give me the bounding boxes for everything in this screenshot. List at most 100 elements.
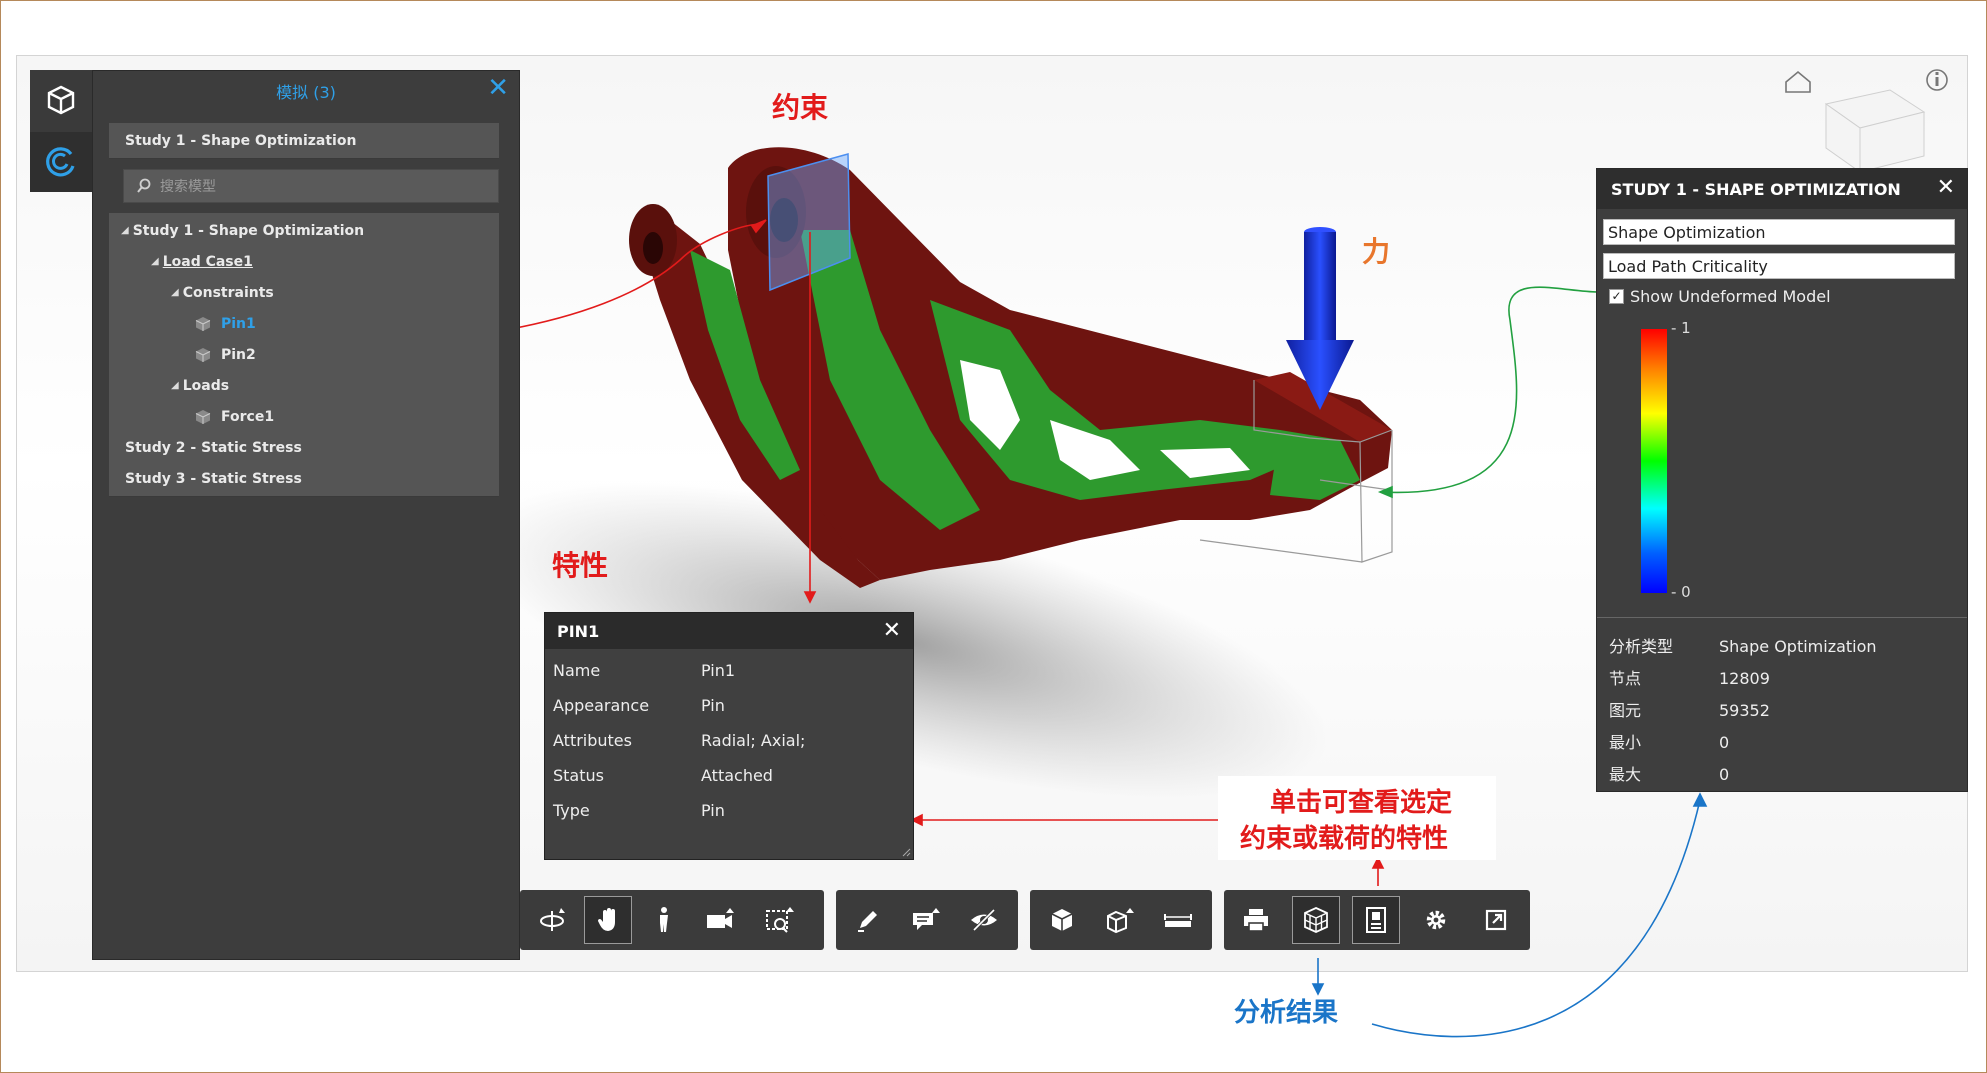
home-icon[interactable] xyxy=(1785,70,1811,93)
simulation-tab[interactable] xyxy=(30,132,92,192)
mesh-cube-icon xyxy=(1304,907,1328,933)
tree-item-label: Study 3 - Static Stress xyxy=(125,470,302,487)
close-icon[interactable]: ✕ xyxy=(487,75,509,101)
simulation-icon xyxy=(46,147,75,177)
color-scale-legend xyxy=(1641,329,1667,593)
result-option-load-path-criticality[interactable]: Load Path Criticality xyxy=(1603,253,1955,279)
pen-icon xyxy=(858,911,877,932)
constraint-annotation: 约束 xyxy=(772,91,829,124)
eye-hidden-icon xyxy=(971,908,997,932)
gear-icon xyxy=(1426,910,1446,930)
search-placeholder: 搜索模型 xyxy=(160,179,216,195)
close-icon[interactable]: ✕ xyxy=(883,618,901,643)
info-icon[interactable] xyxy=(1926,69,1948,91)
tree-item-label: Loads xyxy=(182,377,230,394)
tree-item-label: Study 2 - Static Stress xyxy=(125,439,302,456)
tree-item-label: Load Case1 xyxy=(162,253,253,270)
property-row: Appearance Pin xyxy=(553,696,725,715)
zoom-window-button[interactable] xyxy=(756,896,804,944)
person-icon xyxy=(660,907,668,932)
info-row: 节点 12809 xyxy=(1609,669,1770,688)
fullscreen-icon xyxy=(1485,909,1507,931)
checkmark-icon[interactable]: ✓ xyxy=(1609,289,1624,304)
pin-properties-title: PIN1 xyxy=(557,621,600,641)
info-row: 分析类型 Shape Optimization xyxy=(1609,637,1877,656)
properties-button[interactable] xyxy=(1352,896,1400,944)
orbit-button[interactable] xyxy=(528,896,576,944)
properties-icon xyxy=(1366,907,1386,933)
property-row: Attributes Radial; Axial; xyxy=(553,731,806,750)
cube-icon xyxy=(195,409,211,424)
results-panel: STUDY 1 - SHAPE OPTIMIZATION ✕ Shape Opt… xyxy=(1596,168,1968,792)
close-icon[interactable]: ✕ xyxy=(1937,175,1955,200)
info-row: 图元 59352 xyxy=(1609,701,1770,720)
pin-properties-header: PIN1 ✕ xyxy=(545,613,913,649)
result-option-shape-optimization[interactable]: Shape Optimization xyxy=(1603,219,1955,245)
results-title: STUDY 1 - SHAPE OPTIMIZATION xyxy=(1611,179,1901,199)
toolbar-output-group xyxy=(1224,890,1530,950)
callout-line2: 约束或载荷的特性 xyxy=(1240,824,1449,854)
camera-button[interactable] xyxy=(696,896,744,944)
hide-button[interactable] xyxy=(960,896,1008,944)
properties-annotation: 特性 xyxy=(552,549,609,582)
info-row: 最小 0 xyxy=(1609,733,1730,752)
cube-icon xyxy=(195,316,211,331)
measure-icon xyxy=(1164,914,1192,927)
expand-triangle-icon[interactable]: ◢ xyxy=(151,256,159,267)
search-icon xyxy=(137,178,151,193)
comment-button[interactable] xyxy=(902,896,950,944)
comment-icon xyxy=(913,908,940,930)
hand-icon xyxy=(598,908,615,931)
browser-title: 模拟 (3) xyxy=(276,83,336,102)
left-icon-rail xyxy=(30,70,92,192)
force-annotation: 力 xyxy=(1362,235,1391,268)
tree-item-label: Pin2 xyxy=(221,346,256,363)
orbit-icon xyxy=(540,908,565,931)
toolbar-model-group xyxy=(1030,890,1212,950)
tree-item-study3[interactable]: Study 3 - Static Stress xyxy=(109,461,499,497)
tree-item-label: Force1 xyxy=(221,408,275,425)
explode-button[interactable] xyxy=(1096,896,1144,944)
cube-icon xyxy=(47,85,75,115)
fullscreen-button[interactable] xyxy=(1472,896,1520,944)
divider xyxy=(1597,617,1967,618)
resize-grip-icon[interactable] xyxy=(901,847,911,857)
model-browser-button[interactable] xyxy=(1038,896,1086,944)
measure-button[interactable] xyxy=(1154,896,1202,944)
expand-triangle-icon[interactable]: ◢ xyxy=(171,380,179,391)
model-browser-tab[interactable] xyxy=(30,70,92,130)
scale-min-label: - 0 xyxy=(1671,583,1691,601)
checkbox-label: Show Undeformed Model xyxy=(1630,287,1831,306)
analysis-results-button[interactable] xyxy=(1292,896,1340,944)
callout-line1: 单击可查看选定 xyxy=(1270,788,1453,818)
markup-button[interactable] xyxy=(844,896,892,944)
property-row: Status Attached xyxy=(553,766,773,785)
tree-item-label: Study 1 - Shape Optimization xyxy=(125,132,357,149)
tree-item-label: Study 1 - Shape Optimization xyxy=(132,222,365,239)
expand-triangle-icon[interactable]: ◢ xyxy=(171,287,179,298)
toolbar-navigation-group xyxy=(520,890,824,950)
tree-item-label: Pin1 xyxy=(221,315,256,332)
pin-properties-panel: PIN1 ✕ Name Pin1 Appearance Pin Attributes… xyxy=(544,612,914,860)
settings-button[interactable] xyxy=(1412,896,1460,944)
show-undeformed-checkbox[interactable]: ✓ Show Undeformed Model xyxy=(1609,287,1831,306)
view-cube[interactable] xyxy=(1824,89,1926,173)
study1-header[interactable]: Study 1 - Shape Optimization xyxy=(109,123,499,159)
pan-button[interactable] xyxy=(584,896,632,944)
cube-icon xyxy=(195,347,211,362)
zoom-window-icon xyxy=(766,907,794,933)
property-row: Name Pin1 xyxy=(553,661,736,680)
scale-max-label: - 1 xyxy=(1671,319,1691,337)
results-header: STUDY 1 - SHAPE OPTIMIZATION ✕ xyxy=(1597,169,1967,209)
camera-icon xyxy=(707,908,734,928)
cube-icon xyxy=(1051,909,1073,931)
tree-item-label: Constraints xyxy=(182,284,274,301)
print-button[interactable] xyxy=(1232,896,1280,944)
walk-button[interactable] xyxy=(640,896,688,944)
expand-triangle-icon[interactable]: ◢ xyxy=(121,225,129,236)
model-browser-panel: 模拟 (3) ✕ Study 1 - Shape Optimization 搜索… xyxy=(92,70,520,960)
search-input[interactable]: 搜索模型 xyxy=(123,169,499,203)
property-row: Type Pin xyxy=(553,801,725,820)
print-icon xyxy=(1244,909,1268,932)
toolbar-markup-group xyxy=(836,890,1018,950)
